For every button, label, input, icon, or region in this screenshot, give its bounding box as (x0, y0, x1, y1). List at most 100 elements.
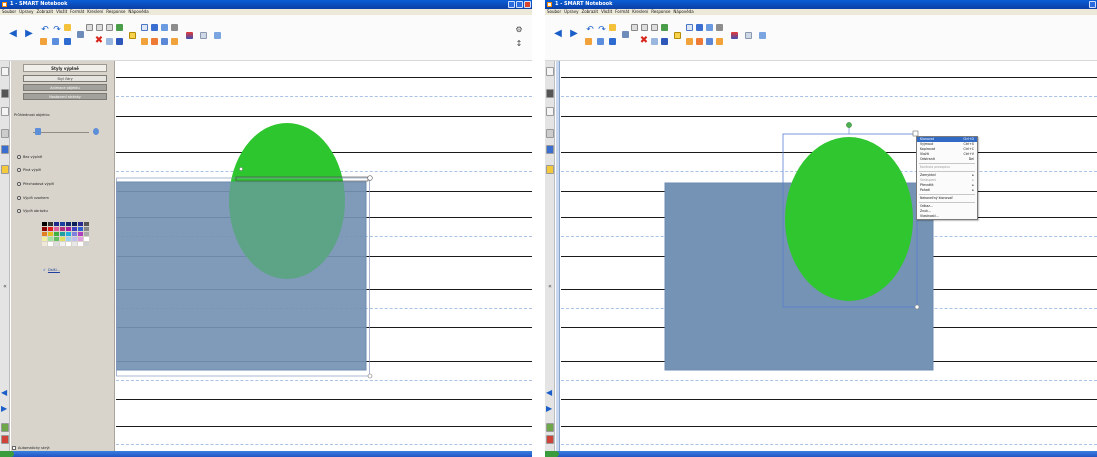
add-page-icon[interactable] (1, 423, 9, 432)
select-icon[interactable] (141, 24, 148, 31)
document-camera-icon[interactable] (661, 38, 668, 45)
redo-icon[interactable]: ↷ (597, 25, 607, 35)
start-button[interactable] (545, 451, 559, 457)
line-icon[interactable] (161, 38, 168, 45)
delete-page-icon[interactable] (546, 435, 554, 444)
ctx-delete[interactable]: Odstranit Del (917, 157, 977, 162)
table-icon[interactable] (641, 24, 648, 31)
table-icon[interactable] (96, 24, 103, 31)
swatch[interactable] (78, 232, 83, 236)
close-button[interactable] (524, 1, 531, 8)
rotate-handle-icon[interactable] (239, 167, 243, 171)
print-icon[interactable] (609, 38, 616, 45)
swatch[interactable] (42, 232, 47, 236)
folder-icon[interactable] (609, 24, 616, 31)
swatch[interactable] (54, 227, 59, 231)
swatch[interactable] (78, 242, 83, 246)
response-tab-icon[interactable] (1, 165, 9, 174)
fill-option-gradient[interactable]: Přechodová výplň (17, 182, 54, 186)
swatch[interactable] (48, 237, 53, 241)
swatch[interactable] (72, 222, 77, 226)
swatch[interactable] (60, 242, 65, 246)
swatch[interactable] (54, 242, 59, 246)
forward-arrow-icon[interactable]: ▶ (24, 29, 34, 39)
maximize-button[interactable] (516, 1, 523, 8)
more-colors[interactable]: ✔ Další... (43, 268, 60, 272)
rotate-handle-icon[interactable] (846, 122, 852, 128)
transparency-slider-track[interactable] (33, 132, 89, 133)
creative-pen-icon[interactable] (706, 24, 713, 31)
swatch[interactable] (84, 232, 89, 236)
pen-icon[interactable] (696, 24, 703, 31)
line-style-icon[interactable] (200, 32, 207, 39)
start-button[interactable] (0, 451, 14, 457)
attachments-tab-icon[interactable] (546, 107, 554, 116)
home-icon[interactable] (40, 38, 47, 45)
eraser-icon[interactable] (171, 24, 178, 31)
print-icon[interactable] (64, 38, 71, 45)
next-page-icon[interactable]: ▶ (546, 405, 554, 414)
lock-icon[interactable] (674, 32, 681, 39)
fill-option-none[interactable]: Bez výplně (17, 155, 42, 159)
swatch[interactable] (48, 232, 53, 236)
camera-icon[interactable] (661, 24, 668, 31)
select-icon[interactable] (686, 24, 693, 31)
prev-page-icon[interactable]: ◀ (1, 389, 9, 398)
line-style-icon[interactable] (745, 32, 752, 39)
green-circle-shape[interactable] (785, 137, 913, 301)
lock-icon[interactable] (129, 32, 136, 39)
save-icon[interactable] (52, 38, 59, 45)
swatch[interactable] (54, 222, 59, 226)
whiteboard-canvas[interactable] (116, 61, 532, 451)
section-page-settings[interactable]: Nastavení stránky (23, 93, 107, 100)
fill-icon[interactable] (716, 38, 723, 45)
menu-handle-icon[interactable] (367, 175, 373, 181)
swatch[interactable] (72, 227, 77, 231)
minimize-button[interactable] (1089, 1, 1096, 8)
back-arrow-icon[interactable]: ◀ (553, 29, 563, 39)
gallery-tab-icon[interactable] (546, 89, 554, 98)
capture-icon[interactable] (106, 38, 113, 45)
swatch[interactable] (48, 222, 53, 226)
delete-icon[interactable]: ✖ (94, 36, 104, 46)
resize-handle-icon[interactable] (367, 373, 373, 379)
collapse-icon[interactable]: « (1, 283, 9, 292)
ctx-properties[interactable]: Vlastnosti... (917, 214, 977, 219)
swatch[interactable] (66, 232, 71, 236)
forward-arrow-icon[interactable]: ▶ (569, 29, 579, 39)
undo-icon[interactable]: ↶ (585, 25, 595, 35)
shapes-icon[interactable] (151, 38, 158, 45)
swatch[interactable] (60, 237, 65, 241)
shapes-icon[interactable] (696, 38, 703, 45)
ctx-order[interactable]: Pořadí ▸ (917, 188, 977, 193)
back-arrow-icon[interactable]: ◀ (8, 29, 18, 39)
section-object-animation[interactable]: Animace objektu (23, 84, 107, 91)
swatch[interactable] (48, 227, 53, 231)
collapse-icon[interactable]: « (546, 283, 554, 292)
fill-icon[interactable] (171, 38, 178, 45)
swatch[interactable] (72, 242, 77, 246)
screen-icon[interactable] (622, 31, 629, 38)
auto-hide[interactable]: Automaticky skrýt (12, 446, 50, 450)
redo-icon[interactable]: ↷ (52, 25, 62, 35)
swatch[interactable] (84, 222, 89, 226)
swatch[interactable] (72, 237, 77, 241)
swatch[interactable] (60, 227, 65, 231)
response-tab-icon[interactable] (546, 165, 554, 174)
fill-option-pattern[interactable]: Výplň vzorkem (17, 196, 49, 200)
fill-option-image[interactable]: Výplň obrázku (17, 209, 48, 213)
home-icon[interactable] (585, 38, 592, 45)
addons-tab-icon[interactable] (1, 145, 9, 154)
whiteboard-canvas[interactable]: Klonovat Ctrl+D Vyjmout Ctrl+X Kopírovat Ct… (561, 61, 1097, 451)
swatch[interactable] (84, 237, 89, 241)
swatch[interactable] (84, 227, 89, 231)
document-camera-icon[interactable] (116, 38, 123, 45)
screen-shade-icon[interactable] (651, 24, 658, 31)
folder-icon[interactable] (64, 24, 71, 31)
prev-page-icon[interactable]: ◀ (546, 389, 554, 398)
undo-icon[interactable]: ↶ (40, 25, 50, 35)
page-sorter-tab-icon[interactable] (1, 67, 9, 76)
ctx-infinite-cloner[interactable]: Nekonečný klonovač (917, 196, 977, 201)
swatch[interactable] (48, 242, 53, 246)
swatch[interactable] (66, 242, 71, 246)
